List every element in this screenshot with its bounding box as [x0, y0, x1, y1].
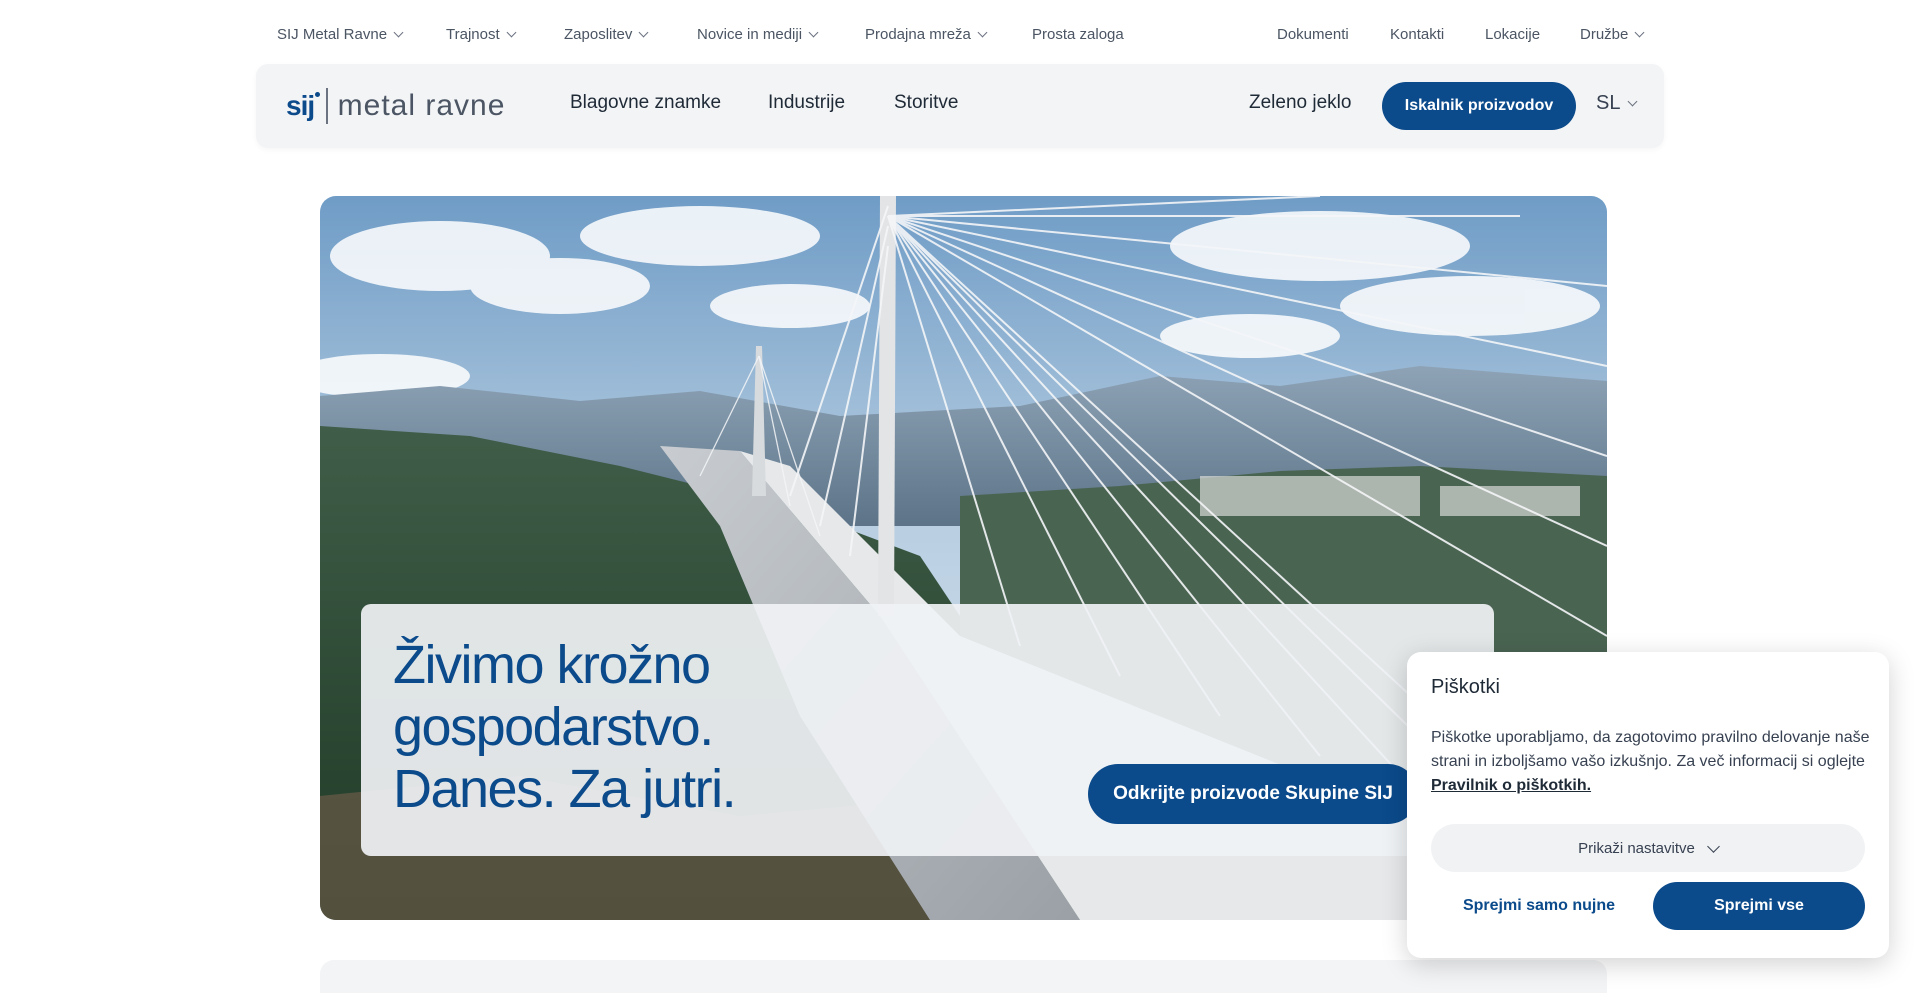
product-finder-button[interactable]: Iskalnik proizvodov — [1382, 82, 1576, 130]
topnav-novice[interactable]: Novice in mediji — [697, 26, 819, 43]
topnav-lokacije[interactable]: Lokacije — [1485, 26, 1540, 43]
cookie-policy-link[interactable]: Pravilnik o piškotkih. — [1431, 777, 1591, 794]
topnav-label: Lokacije — [1485, 26, 1541, 43]
nav-link-blagovne-znamke[interactable]: Blagovne znamke — [570, 92, 721, 114]
cookie-description-text: Piškotke uporabljamo, da zagotovimo prav… — [1431, 729, 1870, 770]
accept-all-button[interactable]: Sprejmi vse — [1653, 882, 1865, 930]
topnav-sij-metal-ravne[interactable]: SIJ Metal Ravne — [277, 26, 404, 43]
accept-necessary-button[interactable]: Sprejmi samo nujne — [1431, 882, 1647, 930]
chevron-down-icon — [393, 27, 404, 38]
hero-headline: Živimo krožno gospodarstvo. Danes. Za ju… — [393, 634, 737, 820]
chevron-down-icon — [977, 27, 988, 38]
logo-divider — [326, 88, 328, 124]
topnav-label: Zaposlitev — [564, 26, 633, 43]
chevron-down-icon — [808, 27, 819, 38]
cookie-consent-dialog: Piškotki Piškotke uporabljamo, da zagoto… — [1407, 652, 1889, 958]
topnav-prosta-zaloga[interactable]: Prosta zaloga — [1032, 26, 1124, 43]
discover-products-button[interactable]: Odkrijte proizvode Skupine SIJ — [1088, 764, 1418, 824]
topnav-label: Novice in mediji — [697, 26, 803, 43]
language-selector[interactable]: SL — [1596, 92, 1638, 115]
topnav-label: Dokumenti — [1277, 26, 1349, 43]
logo[interactable]: sij metal ravne — [286, 84, 505, 128]
topnav-zaposlitev[interactable]: Zaposlitev — [564, 26, 649, 43]
nav-link-industrije[interactable]: Industrije — [768, 92, 845, 114]
topnav-trajnost[interactable]: Trajnost — [446, 26, 517, 43]
chevron-down-icon — [1634, 27, 1645, 38]
logo-mark: sij — [286, 90, 321, 122]
hero-headline-line: gospodarstvo. — [393, 697, 714, 757]
show-settings-button[interactable]: Prikaži nastavitve — [1431, 824, 1865, 872]
chevron-down-icon — [1628, 96, 1638, 107]
topnav-druzbe[interactable]: Družbe — [1580, 26, 1645, 43]
hero-headline-line: Danes. Za jutri. — [393, 759, 737, 819]
chevron-down-icon — [1706, 839, 1720, 853]
nav-link-zeleno-jeklo[interactable]: Zeleno jeklo — [1249, 92, 1351, 114]
utility-nav: SIJ Metal Ravne Trajnost Zaposlitev Novi… — [0, 0, 1920, 70]
hero-card: Živimo krožno gospodarstvo. Danes. Za ju… — [361, 604, 1494, 856]
chevron-down-icon — [506, 27, 517, 38]
topnav-label: Družbe — [1580, 26, 1629, 43]
topnav-kontakti[interactable]: Kontakti — [1390, 26, 1444, 43]
next-section-card — [320, 960, 1607, 993]
topnav-label: Prodajna mreža — [865, 26, 971, 43]
topnav-label: Trajnost — [446, 26, 500, 43]
main-nav: sij metal ravne Blagovne znamke Industri… — [256, 64, 1664, 148]
topnav-label: Prosta zaloga — [1032, 26, 1124, 43]
topnav-prodajna-mreza[interactable]: Prodajna mreža — [865, 26, 988, 43]
nav-link-storitve[interactable]: Storitve — [894, 92, 958, 114]
topnav-label: Kontakti — [1390, 26, 1445, 43]
language-label: SL — [1596, 92, 1621, 114]
logo-text: metal ravne — [337, 89, 506, 122]
cookie-description: Piškotke uporabljamo, da zagotovimo prav… — [1431, 726, 1871, 798]
topnav-dokumenti[interactable]: Dokumenti — [1277, 26, 1349, 43]
topnav-label: SIJ Metal Ravne — [277, 26, 388, 43]
cookie-title: Piškotki — [1431, 676, 1500, 698]
show-settings-label: Prikaži nastavitve — [1578, 839, 1695, 857]
chevron-down-icon — [638, 27, 649, 38]
hero-headline-line: Živimo krožno — [393, 635, 711, 695]
